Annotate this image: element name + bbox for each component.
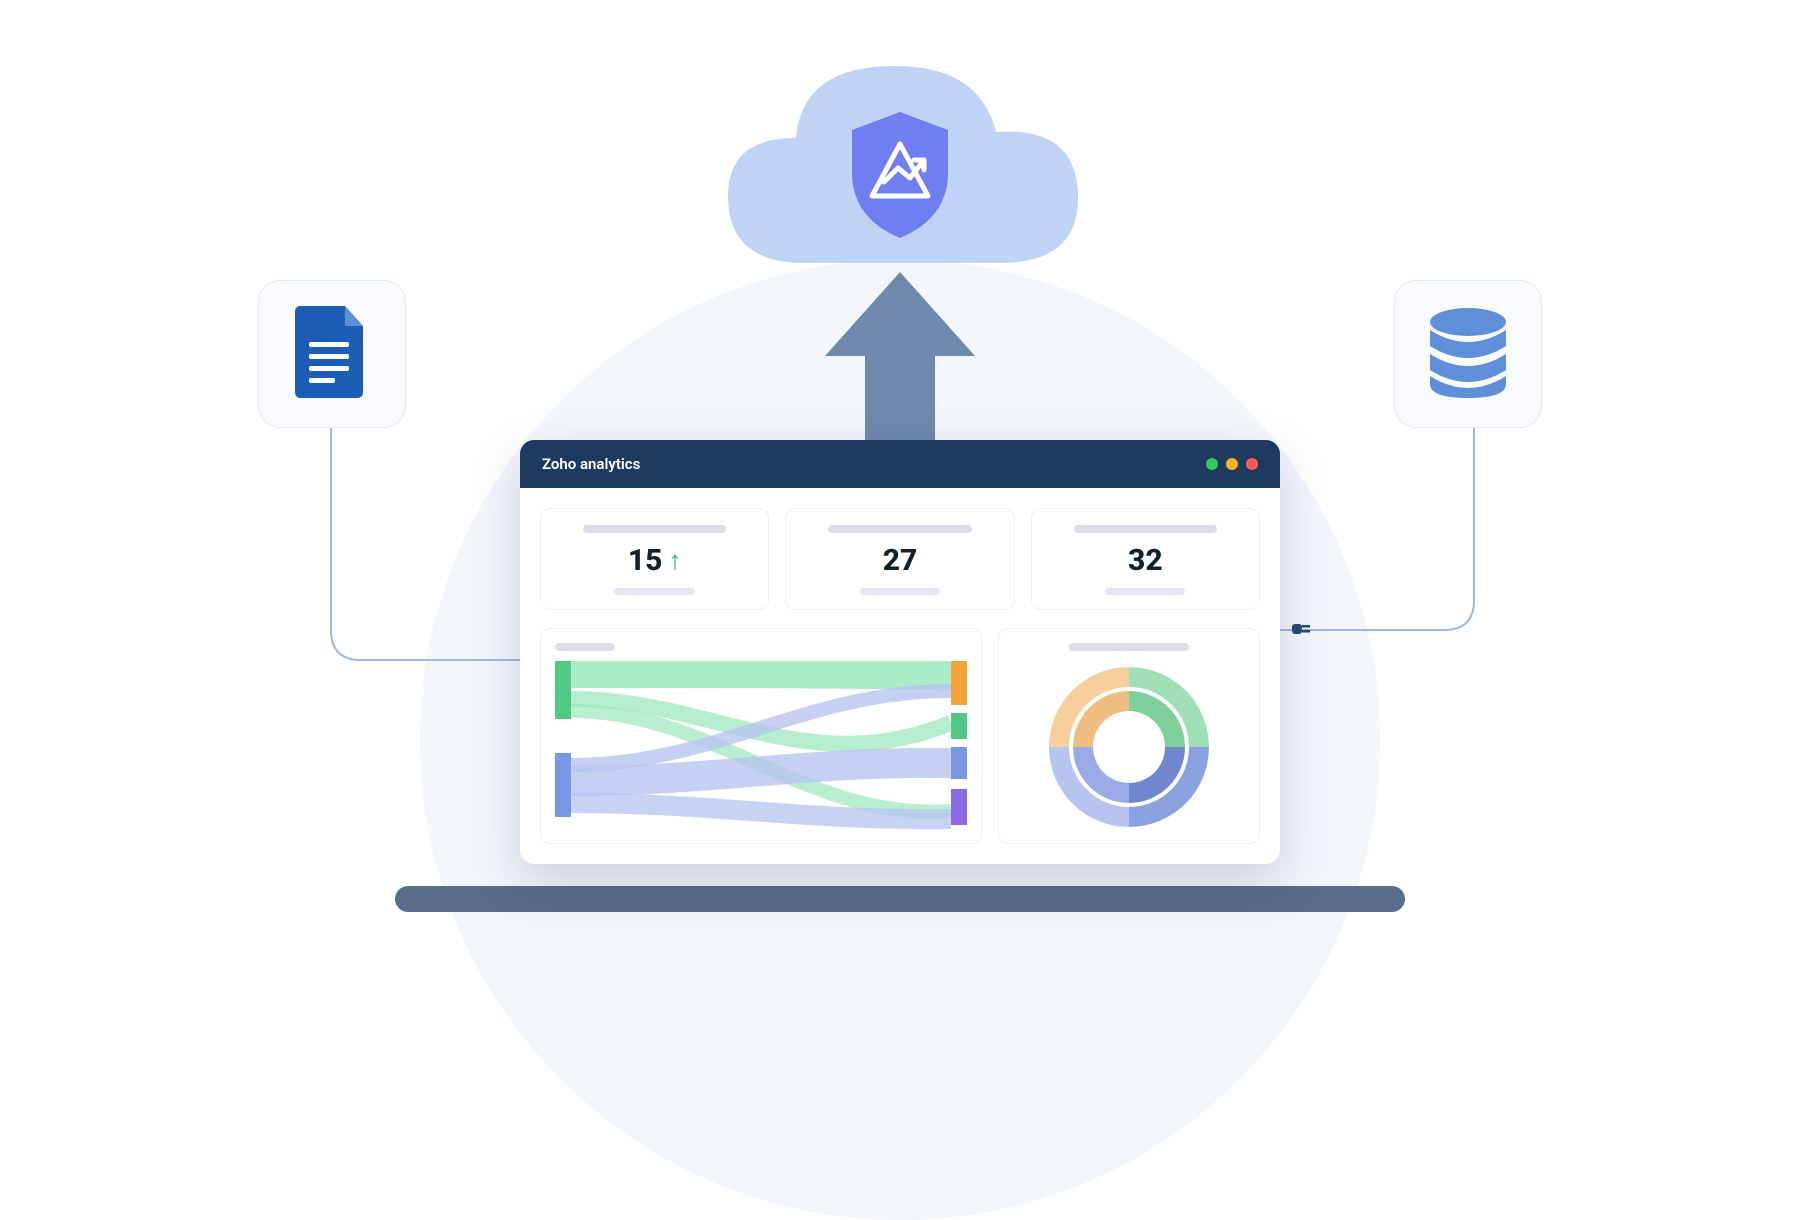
kpi-value: 15 [628,543,663,578]
window-titlebar: Zoho analytics [520,440,1280,488]
sankey-chart-card [540,628,982,844]
kpi-card-1: 15 ↑ [540,508,769,610]
analytics-window: Zoho analytics 15 ↑ 27 3 [520,440,1280,864]
kpi-subtitle-placeholder [860,588,940,595]
upload-arrow-icon [825,272,975,451]
kpi-row: 15 ↑ 27 32 [540,508,1260,610]
shield-analytics-icon [844,110,956,244]
kpi-title-placeholder [583,525,726,533]
traffic-light-yellow [1226,458,1238,470]
window-title: Zoho analytics [542,455,640,473]
database-icon [1422,306,1514,402]
kpi-card-2: 27 [785,508,1014,610]
kpi-card-3: 32 [1031,508,1260,610]
donut-chart [1043,661,1215,833]
kpi-title-placeholder [1074,525,1217,533]
database-card [1394,280,1542,428]
traffic-light-green [1206,458,1218,470]
chart-title-placeholder [555,643,615,651]
document-icon [295,306,369,402]
traffic-light-red [1246,458,1258,470]
kpi-subtitle-placeholder [614,588,694,595]
trend-up-icon: ↑ [668,545,681,576]
kpi-value: 27 [883,543,918,578]
kpi-value: 32 [1128,543,1163,578]
donut-chart-card [998,628,1260,844]
sankey-chart [555,661,967,831]
document-card [258,280,406,428]
charts-row [540,628,1260,844]
chart-title-placeholder [1069,643,1189,651]
kpi-subtitle-placeholder [1105,588,1185,595]
platform-shadow [395,886,1405,912]
traffic-lights [1206,458,1258,470]
kpi-title-placeholder [828,525,971,533]
plug-icon [1292,620,1314,642]
